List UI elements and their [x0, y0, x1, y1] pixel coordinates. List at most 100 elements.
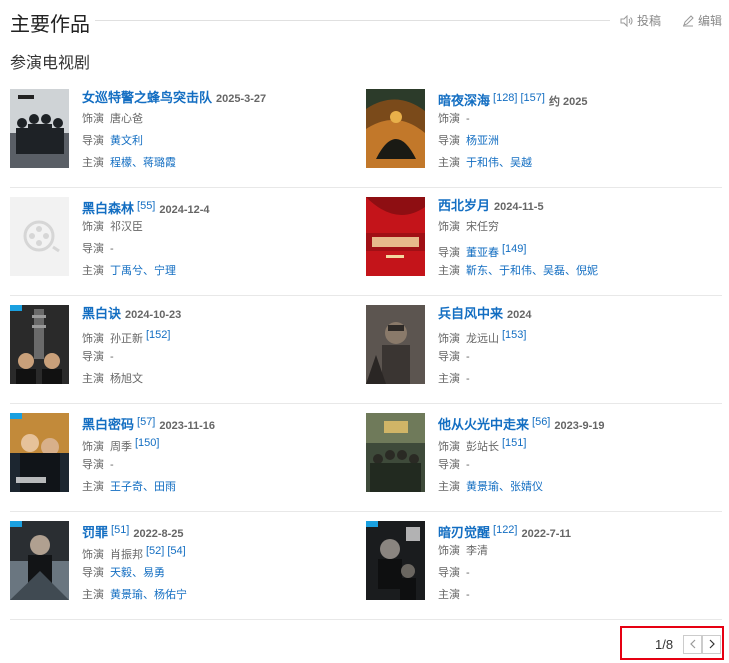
work-title-link[interactable]: 黑白诀: [82, 306, 121, 321]
page-indicator: 1/8: [655, 637, 674, 652]
role-value: 唐心爸: [110, 113, 143, 125]
work-poster[interactable]: [10, 521, 69, 600]
star-value[interactable]: 黄景瑜、杨佑宁: [110, 589, 187, 601]
star-value[interactable]: 靳东、于和伟、吴磊、倪妮: [466, 265, 598, 277]
citation-ref[interactable]: [57]: [137, 416, 155, 428]
citation-ref[interactable]: [152]: [146, 329, 170, 341]
director-value[interactable]: 黄文利: [110, 135, 143, 147]
star-label: 主演: [82, 157, 104, 169]
work-poster[interactable]: [366, 89, 425, 168]
work-poster[interactable]: [10, 197, 69, 276]
work-title-link[interactable]: 黑白密码: [82, 417, 134, 432]
works-row: 黑白诀 2024-10-23 饰演 孙正新 [152] 导演 - 主演 杨旭文 兵自风中来…: [10, 296, 722, 404]
director-value: -: [466, 459, 470, 471]
work-poster[interactable]: [366, 305, 425, 384]
director-label: 导演: [82, 459, 104, 471]
works-row: 黑白森林 [55] 2024-12-4 饰演 祁汉臣 导演 - 主演 丁禹兮、宁理 西北岁…: [10, 188, 722, 296]
director-value: -: [466, 567, 470, 579]
star-label: 主演: [438, 373, 460, 385]
citation-ref[interactable]: [128]: [493, 92, 517, 104]
star-value[interactable]: 于和伟、吴越: [466, 157, 532, 169]
star-label: 主演: [438, 589, 460, 601]
role-label: 饰演: [438, 333, 460, 345]
role-label: 饰演: [82, 333, 104, 345]
role-value: 宋任穷: [466, 221, 499, 233]
role-value: 肖振邦: [110, 549, 143, 561]
work-title-link[interactable]: 暗夜深海: [438, 93, 490, 108]
prev-page-button[interactable]: [683, 635, 702, 654]
citation-ref[interactable]: [51]: [111, 524, 129, 536]
citation-ref[interactable]: [149]: [502, 243, 526, 255]
citation-ref[interactable]: [153]: [502, 329, 526, 341]
work-item: 黑白森林 [55] 2024-12-4 饰演 祁汉臣 导演 - 主演 丁禹兮、宁理: [10, 197, 360, 287]
work-date: 约 2025: [548, 96, 588, 108]
star-value[interactable]: 程檬、蒋璐霞: [110, 157, 176, 169]
work-date: 2022-8-25: [133, 528, 184, 540]
work-item: 暗夜深海 [128] [157] 约 2025 饰演 - 导演 杨亚洲 主演 于和伟、吴越: [366, 89, 716, 179]
work-title-link[interactable]: 他从火光中走来: [438, 417, 529, 432]
work-poster[interactable]: [366, 521, 425, 600]
director-value[interactable]: 杨亚洲: [466, 135, 499, 147]
star-label: 主演: [82, 481, 104, 493]
work-title-link[interactable]: 西北岁月: [438, 198, 490, 213]
work-date: 2024-12-4: [159, 204, 210, 216]
work-item: 他从火光中走来 [56] 2023-9-19 饰演 彭站长 [151] 导演 - 主演 黄景…: [366, 413, 716, 503]
works-row: 罚罪 [51] 2022-8-25 饰演 肖振邦 [52] [54] 导演 天毅、易勇 主演…: [10, 512, 722, 620]
star-value[interactable]: 王子奇、田雨: [110, 481, 176, 493]
chevron-right-icon: [708, 636, 716, 654]
header-divider: [95, 20, 610, 21]
citation-ref[interactable]: [150]: [135, 437, 159, 449]
role-value: 孙正新: [110, 333, 143, 345]
works-grid: 女巡特警之蜂鸟突击队 2025-3-27 饰演 唐心爸 导演 黄文利 主演 程檬、蒋璐霞…: [10, 80, 722, 620]
work-date: 2023-11-16: [159, 420, 216, 432]
citation-ref[interactable]: [56]: [532, 416, 550, 428]
report-button[interactable]: 投稿: [620, 12, 661, 29]
director-label: 导演: [82, 135, 104, 147]
role-label: 饰演: [82, 221, 104, 233]
work-poster[interactable]: [366, 413, 425, 492]
star-value[interactable]: 丁禹兮、宁理: [110, 265, 176, 277]
citation-ref[interactable]: [122]: [493, 524, 517, 536]
work-title-link[interactable]: 暗刃觉醒: [438, 525, 490, 540]
citation-ref[interactable]: [151]: [502, 437, 526, 449]
next-page-button[interactable]: [702, 635, 721, 654]
edit-label: 编辑: [698, 14, 723, 28]
role-label: 饰演: [438, 545, 460, 557]
work-title-link[interactable]: 女巡特警之蜂鸟突击队: [82, 90, 212, 105]
role-label: 饰演: [438, 221, 460, 233]
citation-ref[interactable]: [54]: [167, 545, 185, 557]
star-value: -: [466, 373, 470, 385]
edit-button[interactable]: 编辑: [682, 12, 722, 29]
citation-ref[interactable]: [55]: [137, 200, 155, 212]
director-label: 导演: [438, 247, 460, 259]
role-value: 周季: [110, 441, 132, 453]
director-label: 导演: [82, 351, 104, 363]
work-poster[interactable]: [10, 413, 69, 492]
director-value[interactable]: 董亚春: [466, 247, 499, 259]
section-title: 主要作品: [10, 14, 90, 36]
director-value: -: [110, 351, 114, 363]
work-item: 黑白密码 [57] 2023-11-16 饰演 周季 [150] 导演 - 主演 王子奇、田…: [10, 413, 360, 503]
director-label: 导演: [82, 567, 104, 579]
role-label: 饰演: [438, 113, 460, 125]
citation-ref[interactable]: [52]: [146, 545, 164, 557]
star-value[interactable]: 黄景瑜、张婧仪: [466, 481, 543, 493]
work-title-link[interactable]: 兵自风中来: [438, 306, 503, 321]
work-title-link[interactable]: 罚罪: [82, 525, 108, 540]
work-item: 女巡特警之蜂鸟突击队 2025-3-27 饰演 唐心爸 导演 黄文利 主演 程檬、蒋璐霞: [10, 89, 360, 179]
director-label: 导演: [438, 135, 460, 147]
work-poster[interactable]: [10, 305, 69, 384]
work-item: 黑白诀 2024-10-23 饰演 孙正新 [152] 导演 - 主演 杨旭文: [10, 305, 360, 395]
citation-ref[interactable]: [157]: [520, 92, 544, 104]
star-label: 主演: [438, 157, 460, 169]
work-title-link[interactable]: 黑白森林: [82, 201, 134, 216]
work-poster[interactable]: [10, 89, 69, 168]
work-poster[interactable]: [366, 197, 425, 276]
director-value[interactable]: 天毅、易勇: [110, 567, 165, 579]
role-value: 彭站长: [466, 441, 499, 453]
works-row: 女巡特警之蜂鸟突击队 2025-3-27 饰演 唐心爸 导演 黄文利 主演 程檬、蒋璐霞…: [10, 80, 722, 188]
star-value: 杨旭文: [110, 373, 143, 385]
work-date: 2023-9-19: [554, 420, 605, 432]
role-value: 祁汉臣: [110, 221, 143, 233]
role-label: 饰演: [82, 441, 104, 453]
